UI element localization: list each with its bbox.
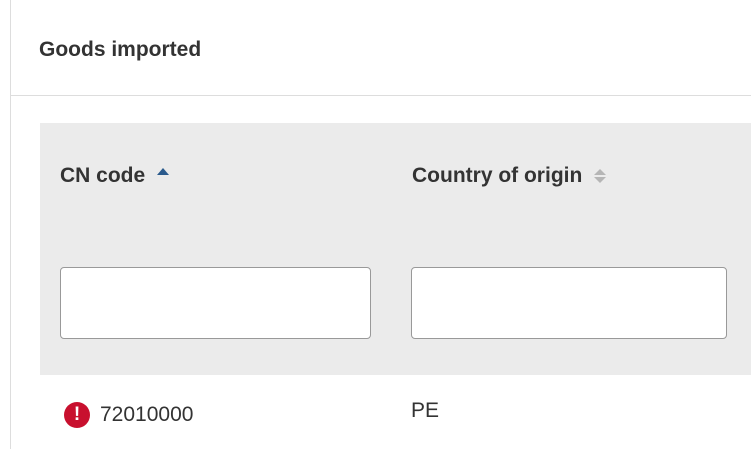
column-header-label: Country of origin [412,164,583,187]
table-row[interactable]: ! 72010000 PE [40,375,751,455]
cn-code-cell: ! 72010000 [64,379,193,451]
panel-title: Goods imported [39,38,202,61]
column-header-label: CN code [60,164,146,187]
country-of-origin-cell: PE [411,375,439,447]
country-value: PE [411,399,440,422]
cn-code-filter-input[interactable] [60,267,371,339]
sort-both-icon[interactable] [594,169,607,183]
goods-imported-panel: Goods imported CN code Country of origin… [10,0,751,455]
column-header-cn-code[interactable]: CN code [60,117,170,235]
error-icon: ! [64,402,90,428]
sort-asc-icon[interactable] [157,167,170,175]
country-of-origin-filter-input[interactable] [411,267,727,339]
panel-header: Goods imported [11,0,751,96]
goods-table: CN code Country of origin ! 72010000 PE [40,123,751,455]
table-header-row: CN code Country of origin [40,123,751,241]
table-filter-row [40,241,751,375]
column-header-country-of-origin[interactable]: Country of origin [412,117,607,235]
cn-code-value: 72010000 [100,403,194,426]
